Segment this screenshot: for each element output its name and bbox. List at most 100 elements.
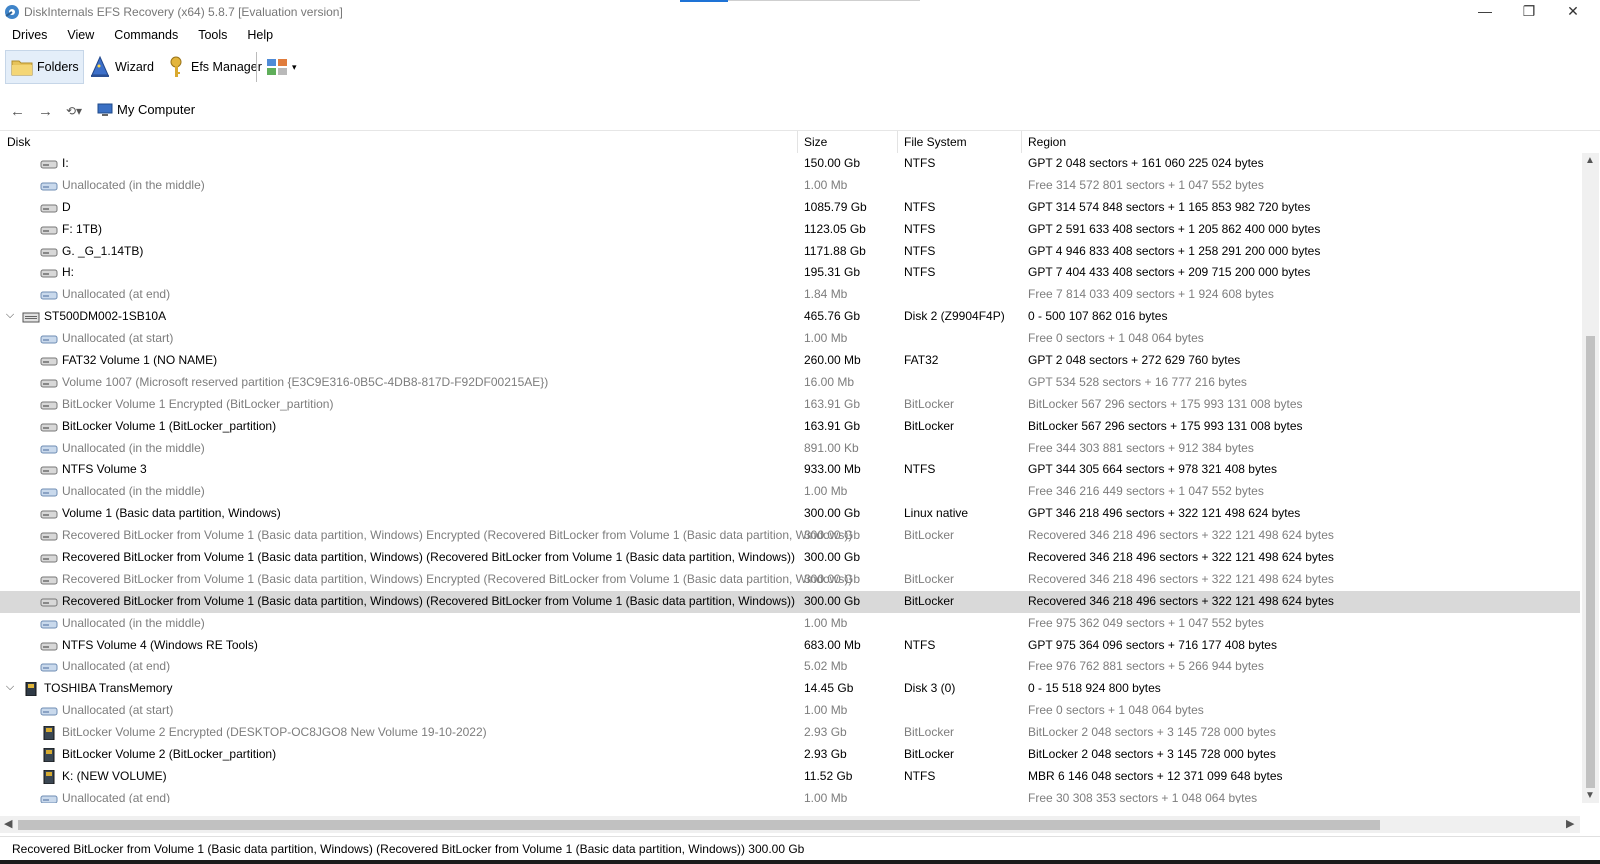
table-row[interactable]: Unallocated (in the middle) 1.00 Mb Free 3… xyxy=(0,481,1580,503)
disk-name: Unallocated (at start) xyxy=(62,331,174,346)
table-row[interactable]: ⌵ TOSHIBA TransMemory 14.45 Gb Disk 3 (0) 0 … xyxy=(0,678,1580,700)
table-row[interactable]: FAT32 Volume 1 (NO NAME) 260.00 Mb FAT32 GP… xyxy=(0,350,1580,372)
table-row[interactable]: Volume 1007 (Microsoft reserved partitio… xyxy=(0,372,1580,394)
title-accent-line xyxy=(728,0,920,1)
table-row[interactable]: Recovered BitLocker from Volume 1 (Basic… xyxy=(0,569,1580,591)
table-row[interactable]: H: 195.31 Gb NTFS GPT 7 404 433 408 sectors… xyxy=(0,262,1580,284)
menu-view[interactable]: View xyxy=(55,24,102,46)
expand-toggle[interactable]: ⌵ xyxy=(4,309,16,322)
table-row[interactable]: I: 150.00 Gb NTFS GPT 2 048 sectors + 161 … xyxy=(0,153,1580,175)
table-row[interactable]: Recovered BitLocker from Volume 1 (Basic… xyxy=(0,547,1580,569)
region-value: GPT 314 574 848 sectors + 1 165 853 982 … xyxy=(1028,199,1311,214)
table-row[interactable]: Unallocated (at end) 1.00 Mb Free 30 308 3… xyxy=(0,788,1580,803)
menu-help[interactable]: Help xyxy=(235,24,281,46)
location-breadcrumb[interactable]: My Computer xyxy=(97,102,195,117)
vertical-scroll-thumb[interactable] xyxy=(1586,336,1595,788)
table-row[interactable]: NTFS Volume 3 933.00 Mb NTFS GPT 344 305 66… xyxy=(0,459,1580,481)
disk-name: Recovered BitLocker from Volume 1 (Basic… xyxy=(62,550,795,565)
minimize-button[interactable]: — xyxy=(1462,0,1508,22)
disk-name: BitLocker Volume 2 (BitLocker_partition) xyxy=(62,747,277,762)
folders-button[interactable]: Folders xyxy=(5,50,84,84)
size-value: 1085.79 Gb xyxy=(804,199,867,214)
size-value: 195.31 Gb xyxy=(804,265,861,280)
table-row[interactable]: BitLocker Volume 2 Encrypted (DESKTOP-OC… xyxy=(0,722,1580,744)
table-row[interactable]: F: 1TB) 1123.05 Gb NTFS GPT 2 591 633 408 s… xyxy=(0,219,1580,241)
volume-icon xyxy=(40,157,58,171)
table-row[interactable]: Unallocated (at start) 1.00 Mb Free 0 sect… xyxy=(0,328,1580,350)
column-file-system[interactable]: File System xyxy=(904,135,967,149)
chevron-down-icon: ▾ xyxy=(292,61,297,72)
status-bar: Recovered BitLocker from Volume 1 (Basic… xyxy=(0,836,1600,858)
menu-tools[interactable]: Tools xyxy=(186,24,235,46)
scroll-left-icon[interactable]: ◀ xyxy=(4,817,12,830)
wizard-button[interactable]: Wizard xyxy=(84,50,158,84)
unallocated-icon xyxy=(40,288,58,302)
size-value: 260.00 Mb xyxy=(804,353,861,368)
file-system-value: NTFS xyxy=(904,156,936,170)
scroll-right-icon[interactable]: ▶ xyxy=(1566,817,1574,830)
file-system-value: Linux native xyxy=(904,506,969,521)
size-value: 1.00 Mb xyxy=(804,484,848,499)
scroll-up-icon[interactable]: ▲ xyxy=(1585,155,1595,166)
table-row[interactable]: Unallocated (at start) 1.00 Mb Free 0 sect… xyxy=(0,700,1580,722)
table-row[interactable]: ⌵ ST500DM002-1SB10A 465.76 Gb Disk 2 (Z9904… xyxy=(0,306,1580,328)
history-dropdown[interactable]: ⟲▾ xyxy=(66,102,82,120)
forward-button[interactable]: → xyxy=(38,102,53,120)
table-row[interactable]: Volume 1 (Basic data partition, Windows)… xyxy=(0,503,1580,525)
volume-icon xyxy=(40,595,58,609)
file-system-value: BitLocker xyxy=(904,747,955,762)
folders-label: Folders xyxy=(37,60,79,74)
file-system-value: NTFS xyxy=(904,199,936,214)
column-divider[interactable] xyxy=(1021,131,1022,153)
column-disk[interactable]: Disk xyxy=(7,135,30,149)
region-value: GPT 2 591 633 408 sectors + 1 205 862 40… xyxy=(1028,221,1321,236)
region-value: Free 314 572 801 sectors + 1 047 552 byt… xyxy=(1028,177,1264,192)
table-row[interactable]: Recovered BitLocker from Volume 1 (Basic… xyxy=(0,590,1580,613)
restore-button[interactable]: ❐ xyxy=(1506,0,1552,22)
back-button[interactable]: ← xyxy=(10,102,25,120)
region-value: GPT 4 946 833 408 sectors + 1 258 291 20… xyxy=(1028,243,1321,258)
scroll-down-icon[interactable]: ▼ xyxy=(1585,790,1595,801)
file-system-value: NTFS xyxy=(904,221,936,236)
disk-name: BitLocker Volume 2 Encrypted (DESKTOP-OC… xyxy=(62,725,487,740)
table-row[interactable]: Recovered BitLocker from Volume 1 (Basic… xyxy=(0,525,1580,547)
view-mode-dropdown[interactable]: ▾ xyxy=(261,50,301,84)
close-button[interactable]: ✕ xyxy=(1550,0,1596,22)
disk-name: Unallocated (at end) xyxy=(62,790,171,803)
column-divider[interactable] xyxy=(797,131,798,153)
file-system-value: BitLocker xyxy=(904,418,955,433)
table-row[interactable]: NTFS Volume 4 (Windows RE Tools) 683.00 M… xyxy=(0,635,1580,657)
disk-name: NTFS Volume 4 (Windows RE Tools) xyxy=(62,637,258,652)
expand-toggle[interactable]: ⌵ xyxy=(4,681,16,694)
menu-drives[interactable]: Drives xyxy=(0,24,55,46)
horizontal-scroll-thumb[interactable] xyxy=(18,820,1380,830)
file-system-value: Disk 3 (0) xyxy=(904,681,956,696)
column-size[interactable]: Size xyxy=(804,135,827,149)
table-row[interactable]: BitLocker Volume 1 (BitLocker_partition)… xyxy=(0,416,1580,438)
vertical-scrollbar[interactable]: ▲ ▼ xyxy=(1582,153,1599,803)
file-system-value: NTFS xyxy=(904,265,936,280)
view-mode-icon xyxy=(267,59,287,75)
table-row[interactable]: BitLocker Volume 2 (BitLocker_partition)… xyxy=(0,744,1580,766)
region-value: Free 0 sectors + 1 048 064 bytes xyxy=(1028,331,1204,346)
efs-manager-button[interactable]: Efs Manager xyxy=(160,50,266,84)
table-row[interactable]: Unallocated (at end) 1.84 Mb Free 7 814 03… xyxy=(0,284,1580,306)
file-system-value: NTFS xyxy=(904,768,936,783)
table-row[interactable]: Unallocated (in the middle) 891.00 Kb Free… xyxy=(0,438,1580,460)
table-row[interactable]: G. _G_1.14TB) 1171.88 Gb NTFS GPT 4 946 833… xyxy=(0,241,1580,263)
region-value: BitLocker 567 296 sectors + 175 993 131 … xyxy=(1028,396,1303,411)
column-divider[interactable] xyxy=(897,131,898,153)
table-row[interactable]: D 1085.79 Gb NTFS GPT 314 574 848 sectors +… xyxy=(0,197,1580,219)
disk-name: Unallocated (in the middle) xyxy=(62,440,205,455)
table-row[interactable]: Unallocated (at end) 5.02 Mb Free 976 762 … xyxy=(0,656,1580,678)
disk-name: D xyxy=(62,199,71,214)
table-row[interactable]: Unallocated (in the middle) 1.00 Mb Free 3… xyxy=(0,175,1580,197)
menu-commands[interactable]: Commands xyxy=(102,24,186,46)
table-row[interactable]: BitLocker Volume 1 Encrypted (BitLocker_… xyxy=(0,394,1580,416)
horizontal-scrollbar[interactable]: ◀ ▶ xyxy=(0,816,1580,833)
column-region[interactable]: Region xyxy=(1028,135,1066,149)
region-value: MBR 6 146 048 sectors + 12 371 099 648 b… xyxy=(1028,768,1283,783)
table-row[interactable]: K: (NEW VOLUME) 11.52 Gb NTFS MBR 6 146 048… xyxy=(0,766,1580,788)
table-row[interactable]: Unallocated (in the middle) 1.00 Mb Free 9… xyxy=(0,613,1580,635)
disk-grid: Disk Size File System Region I: 150.00 G… xyxy=(0,130,1600,810)
